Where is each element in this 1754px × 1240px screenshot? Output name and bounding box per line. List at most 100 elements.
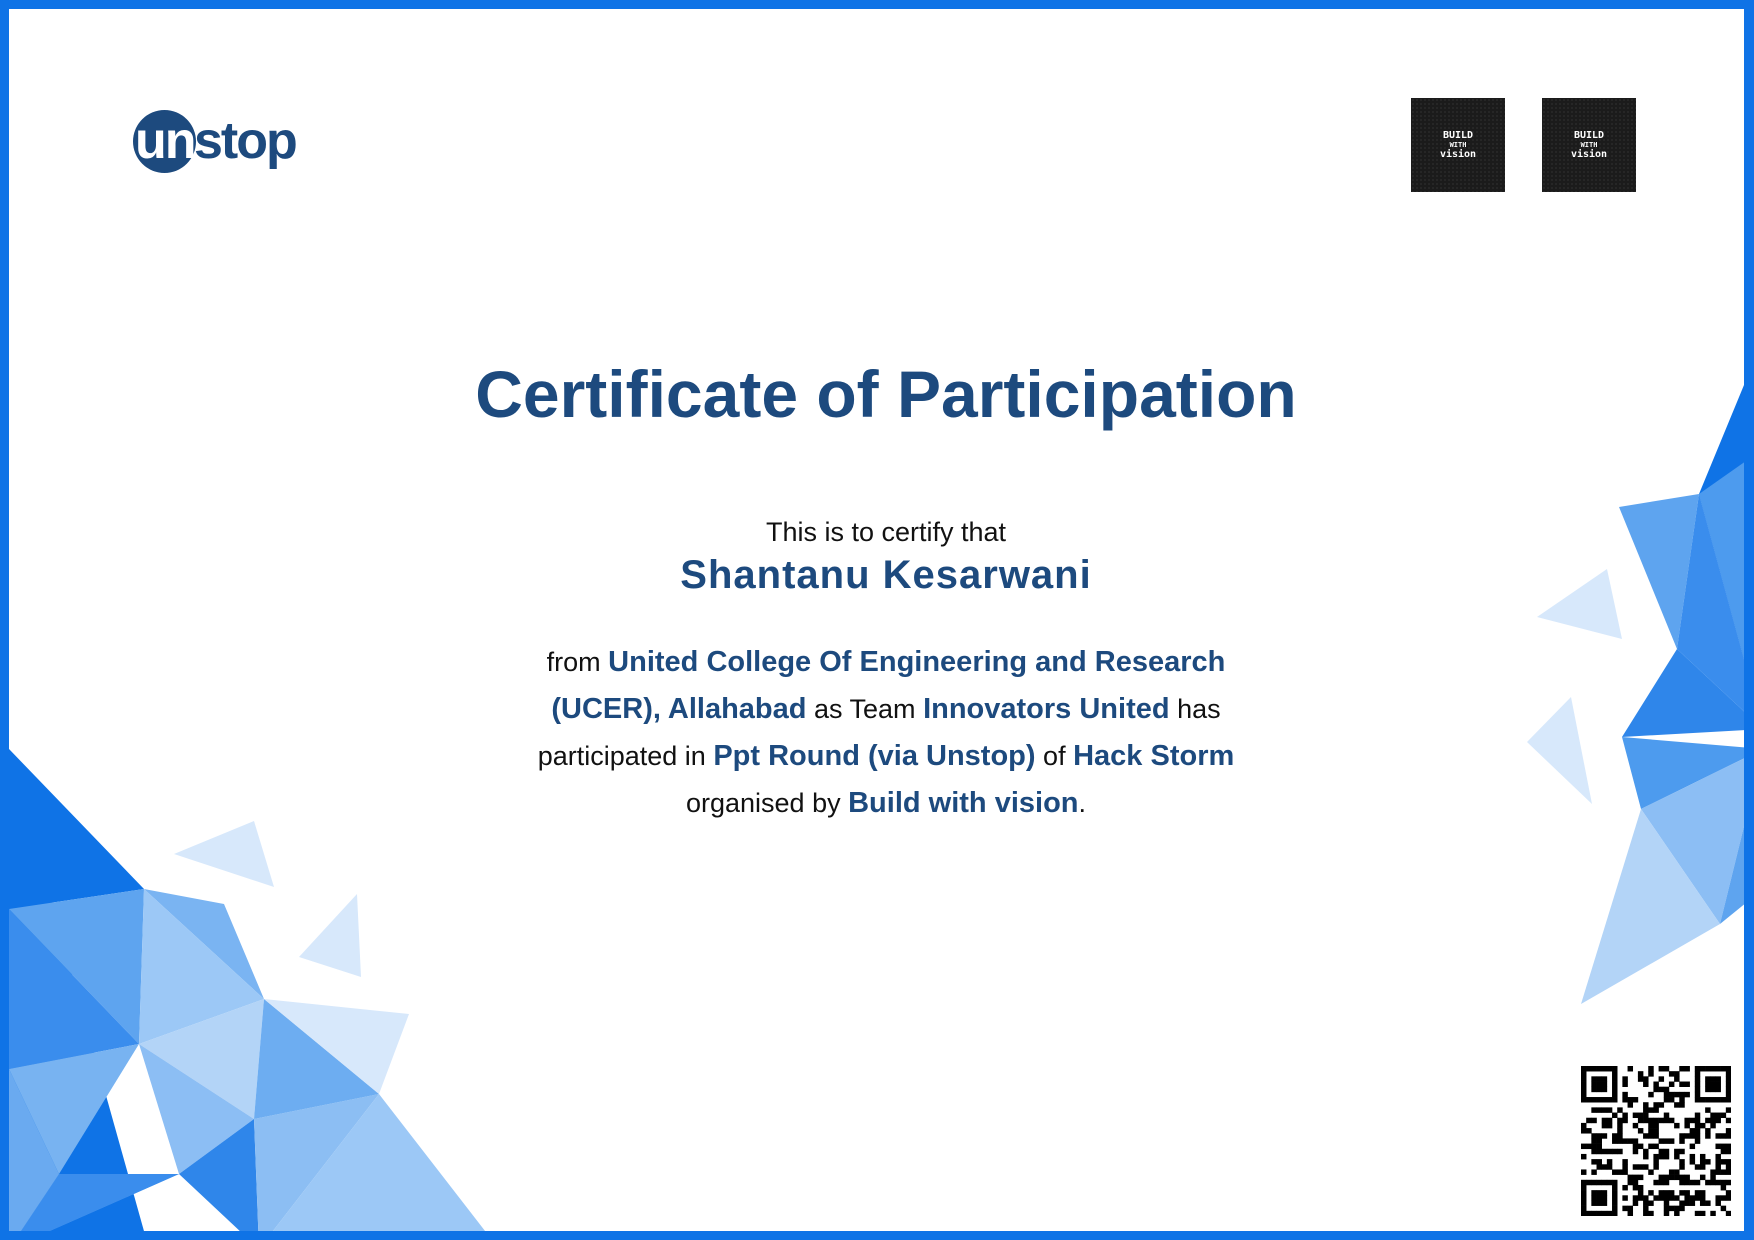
qr-module [1653,1086,1659,1093]
qr-module [1684,1091,1690,1098]
qr-module [1643,1205,1649,1212]
qr-module [1596,1097,1602,1103]
qr-module [1715,1195,1721,1201]
qr-module [1581,1122,1587,1129]
qr-module [1725,1091,1731,1098]
qr-module [1591,1169,1597,1175]
qr-module [1668,1138,1675,1144]
certificate-body: from United College Of Engineering and R… [506,639,1266,827]
qr-module [1715,1143,1721,1150]
qr-module [1581,1066,1587,1072]
qr-module [1725,1066,1731,1072]
qr-module [1679,1081,1685,1087]
qr-module [1596,1143,1602,1150]
organised-by-words: organised by [685,788,841,818]
qr-module [1725,1081,1731,1087]
qr-module [1725,1143,1731,1150]
qr-module [1632,1143,1639,1150]
qr-module [1694,1179,1701,1186]
qr-module [1643,1117,1649,1124]
qr-module [1710,1179,1716,1186]
qr-module [1720,1148,1727,1155]
qr-module [1694,1066,1701,1072]
qr-module [1596,1086,1602,1093]
qr-module [1606,1122,1613,1129]
qr-module [1617,1148,1623,1155]
qr-module [1658,1138,1665,1144]
qr-module [1705,1081,1711,1087]
badge-line: WITH [1449,141,1467,149]
qr-module [1684,1200,1690,1206]
qr-module [1725,1210,1731,1216]
qr-module [1581,1184,1587,1191]
qr-module [1637,1112,1644,1119]
qr-module [1596,1195,1602,1201]
qr-module [1617,1128,1623,1134]
qr-module [1581,1097,1587,1103]
qr-module [1606,1117,1613,1124]
qr-module [1694,1138,1701,1144]
qr-module [1674,1195,1680,1201]
qr-module [1591,1117,1597,1124]
qr-module [1612,1179,1618,1186]
qr-module [1715,1076,1721,1082]
qr-module [1653,1128,1659,1134]
qr-module [1643,1195,1649,1201]
qr-module [1612,1200,1618,1206]
qr-module [1581,1200,1587,1206]
qr-module [1725,1195,1731,1201]
qr-module [1637,1071,1644,1077]
qr-module [1581,1205,1587,1212]
qr-module [1622,1091,1628,1098]
qr-module [1710,1174,1716,1181]
from-word: from [546,647,601,677]
qr-module [1674,1210,1680,1216]
qr-module [1601,1190,1608,1196]
qr-module [1627,1097,1634,1103]
qr-module [1705,1200,1711,1206]
qr-module [1710,1117,1716,1124]
qr-module [1648,1091,1654,1098]
qr-module [1606,1066,1613,1072]
qr-module [1715,1169,1721,1175]
qr-module [1617,1133,1623,1139]
qr-module [1632,1179,1639,1186]
qr-module [1725,1179,1731,1186]
qr-module [1725,1076,1731,1082]
qr-module [1658,1086,1665,1093]
qr-module [1622,1195,1628,1201]
qr-module [1684,1066,1690,1072]
qr-module [1632,1112,1639,1119]
qr-module [1591,1086,1597,1093]
badge-line: vision [1570,149,1608,160]
qr-module [1643,1153,1649,1160]
qr-module [1725,1148,1731,1155]
qr-module [1653,1081,1659,1087]
qr-module [1715,1153,1721,1160]
qr-module [1653,1143,1659,1150]
qr-module [1668,1174,1675,1181]
qr-module [1643,1112,1649,1119]
qr-module [1637,1117,1644,1124]
qr-module [1653,1159,1659,1165]
qr-module [1674,1091,1680,1098]
qr-module [1622,1097,1628,1103]
qr-module [1663,1148,1670,1155]
qr-module [1658,1148,1665,1155]
qr-module [1674,1122,1680,1129]
qr-module [1720,1205,1727,1212]
qr-module [1581,1081,1587,1087]
qr-module [1622,1076,1628,1082]
qr-module [1668,1117,1675,1124]
qr-module [1653,1133,1659,1139]
qr-module [1720,1179,1727,1186]
certify-statement: This is to certify that [765,517,1007,547]
qr-module [1627,1174,1634,1181]
qr-module [1632,1195,1639,1201]
qr-module [1596,1133,1602,1139]
qr-module [1668,1097,1675,1103]
qr-module [1637,1164,1644,1170]
qr-module [1674,1174,1680,1181]
qr-module [1679,1133,1685,1139]
qr-module [1684,1190,1690,1196]
